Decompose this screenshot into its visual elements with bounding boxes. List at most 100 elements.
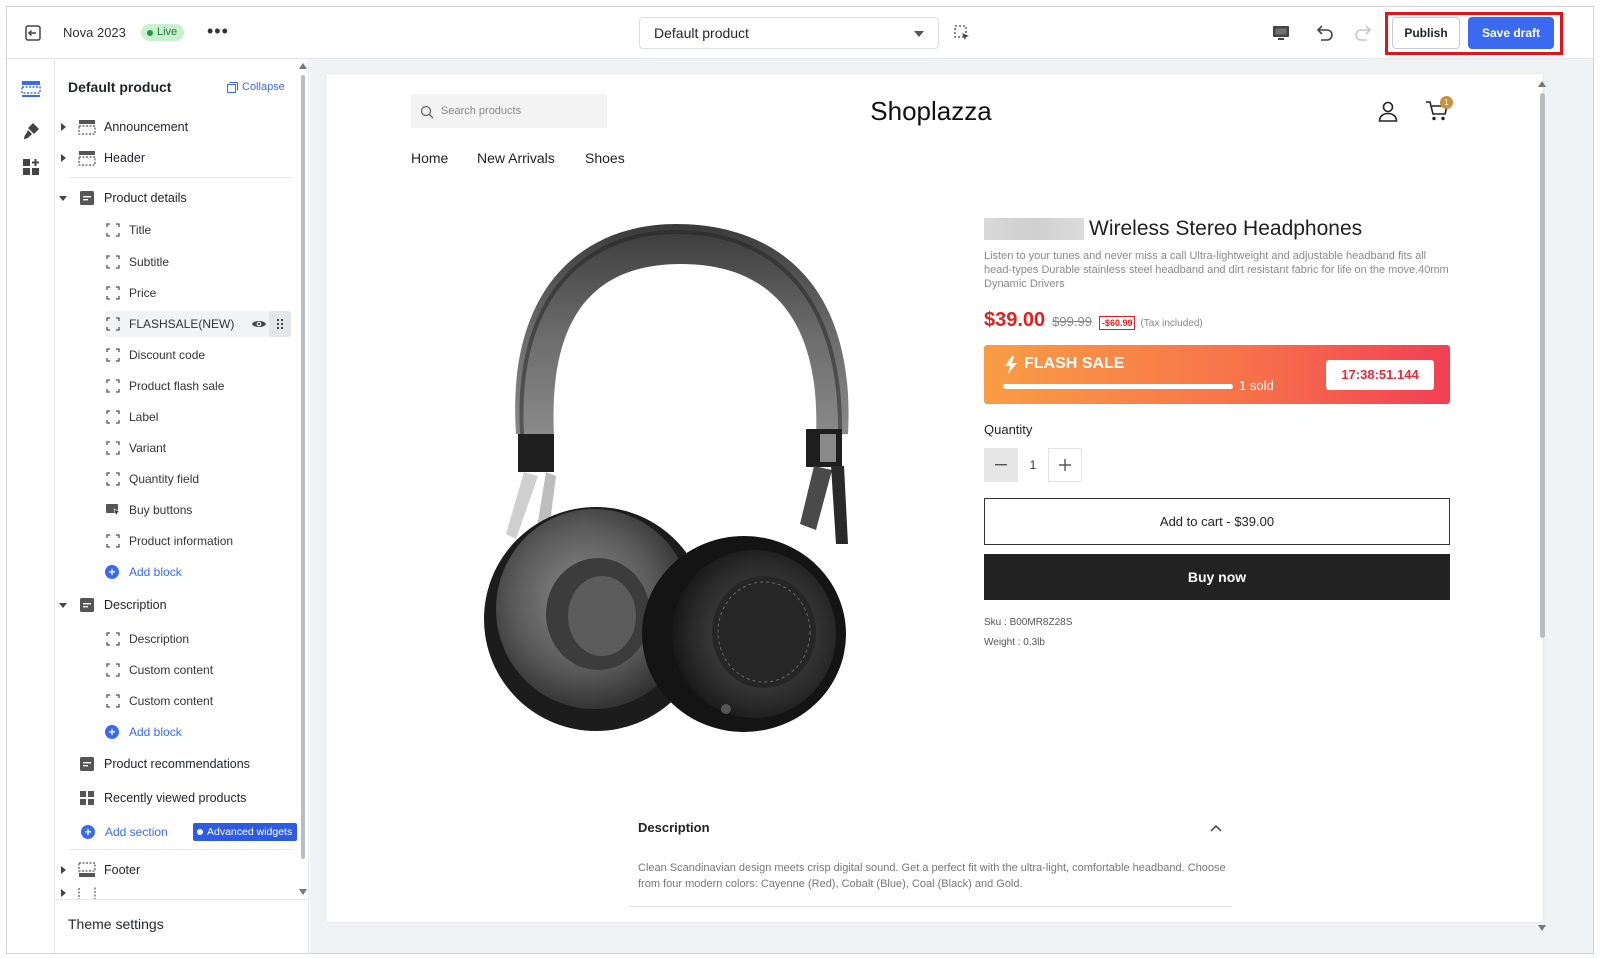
section-announcement[interactable]: Announcement xyxy=(55,114,295,140)
save-draft-button[interactable]: Save draft xyxy=(1468,17,1554,49)
section-template-icon xyxy=(77,755,97,773)
block-description[interactable]: Description xyxy=(105,626,291,652)
block-label: Buy buttons xyxy=(129,503,193,517)
blurred-subtitle xyxy=(984,218,1084,240)
section-recently-viewed[interactable]: Recently viewed products xyxy=(55,785,295,811)
section-label: Announcement xyxy=(104,120,189,134)
minus-icon xyxy=(995,464,1007,466)
add-to-cart-button[interactable]: Add to cart - $39.00 xyxy=(984,498,1450,545)
block-icon xyxy=(105,662,121,678)
template-select[interactable]: Default product xyxy=(639,17,939,49)
block-buy-buttons[interactable]: Buy buttons xyxy=(105,497,291,523)
drag-handle-icon[interactable] xyxy=(269,311,291,337)
icon-rail xyxy=(7,59,55,953)
nav-link-new-arrivals[interactable]: New Arrivals xyxy=(477,150,555,166)
add-section-label: Add section xyxy=(105,825,168,839)
block-label[interactable]: Label xyxy=(105,404,291,430)
block-subtitle[interactable]: Subtitle xyxy=(105,249,291,275)
description-heading[interactable]: Description xyxy=(638,820,710,835)
section-product-recommendations[interactable]: Product recommendations xyxy=(55,751,295,777)
block-variant[interactable]: Variant xyxy=(105,435,291,461)
exit-icon[interactable] xyxy=(23,23,43,43)
rail-theme-style[interactable] xyxy=(19,119,43,143)
divider xyxy=(69,177,293,178)
nav-link-shoes[interactable]: Shoes xyxy=(585,150,625,166)
chevron-up-icon[interactable] xyxy=(1210,824,1222,832)
section-label: Product details xyxy=(104,191,187,205)
product-image[interactable] xyxy=(476,204,876,734)
block-icon xyxy=(105,631,121,647)
block-icon xyxy=(105,254,121,270)
expand-arrow-icon xyxy=(55,123,71,131)
sidebar-scrollbar[interactable] xyxy=(298,63,308,903)
section-label: Footer xyxy=(104,863,141,877)
eye-icon[interactable] xyxy=(251,316,267,332)
section-header[interactable]: Header xyxy=(55,145,295,171)
block-product-information[interactable]: Product information xyxy=(105,528,291,554)
section-label: Description xyxy=(104,598,167,612)
block-label: Price xyxy=(129,286,157,300)
desktop-preview-icon[interactable] xyxy=(1271,23,1291,43)
theme-settings-label: Theme settings xyxy=(68,916,164,932)
block-icon xyxy=(105,378,121,394)
buy-buttons-icon xyxy=(105,502,121,518)
sections-sidebar: Default product Collapse Announcement He… xyxy=(55,59,309,953)
more-menu-button[interactable]: ••• xyxy=(207,21,229,41)
redo-icon[interactable] xyxy=(1353,22,1375,44)
block-label: Discount code xyxy=(129,348,206,362)
template-select-value: Default product xyxy=(654,25,749,41)
advanced-widgets-badge[interactable]: Advanced widgets xyxy=(193,823,298,841)
collapse-icon xyxy=(227,81,238,93)
product-weight: Weight : 0.3lb xyxy=(984,637,1045,648)
add-section-button[interactable]: + Add section xyxy=(81,819,168,845)
nav-link-home[interactable]: Home xyxy=(411,150,448,166)
description-text: Clean Scandinavian design meets crisp di… xyxy=(638,862,1226,890)
editor-window: Nova 2023 Live ••• Default product Publi… xyxy=(6,6,1594,954)
section-layout-icon xyxy=(77,861,97,879)
block-icon xyxy=(105,440,121,456)
block-custom-content[interactable]: Custom content xyxy=(105,657,291,683)
product-title: Wireless Stereo Headphones xyxy=(984,217,1362,241)
section-label: Recently viewed products xyxy=(104,791,247,805)
buy-now-button[interactable]: Buy now xyxy=(984,554,1450,600)
section-description[interactable]: Description xyxy=(55,592,295,618)
block-price[interactable]: Price xyxy=(105,280,291,306)
theme-style-icon xyxy=(24,123,39,139)
block-icon xyxy=(105,471,121,487)
quantity-increase-button[interactable] xyxy=(1048,448,1082,482)
store-logo[interactable]: Shoplazza xyxy=(726,96,1136,127)
undo-icon[interactable] xyxy=(1313,22,1335,44)
block-title[interactable]: Title xyxy=(105,217,291,243)
block-product-flash-sale[interactable]: Product flash sale xyxy=(105,373,291,399)
sections-icon xyxy=(21,81,41,97)
section-product-details[interactable]: Product details xyxy=(55,185,295,211)
search-input[interactable]: Search products xyxy=(411,94,607,128)
collapse-button[interactable]: Collapse xyxy=(227,81,285,93)
account-icon[interactable] xyxy=(1377,100,1399,122)
section-layout-icon xyxy=(77,149,97,167)
section-label: Header xyxy=(104,151,145,165)
theme-settings-button[interactable]: Theme settings xyxy=(55,899,308,953)
block-label: Variant xyxy=(129,441,167,455)
publish-button[interactable]: Publish xyxy=(1392,17,1460,49)
block-quantity-field[interactable]: Quantity field xyxy=(105,466,291,492)
quantity-value[interactable]: 1 xyxy=(1018,448,1048,482)
inspect-select-icon[interactable] xyxy=(953,24,971,42)
section-footer[interactable]: Footer xyxy=(55,857,295,883)
add-block-button[interactable]: + Add block xyxy=(105,719,182,745)
flash-sale-title: FLASH SALE xyxy=(1024,355,1125,372)
block-flashsale[interactable]: FLASHSALE(NEW) xyxy=(105,311,291,337)
status-label: Live xyxy=(157,26,178,38)
rail-sections[interactable] xyxy=(19,77,43,101)
section-layout-icon xyxy=(77,118,97,136)
flash-sale-banner: FLASH SALE 1 sold 17:38:51.144 xyxy=(984,345,1450,404)
quantity-decrease-button[interactable] xyxy=(984,448,1018,482)
preview-scrollbar[interactable] xyxy=(1536,79,1548,939)
sidebar-title: Default product xyxy=(68,79,172,95)
block-custom-content[interactable]: Custom content xyxy=(105,688,291,714)
rail-apps[interactable] xyxy=(19,155,43,179)
block-discount-code[interactable]: Discount code xyxy=(105,342,291,368)
section-label: Product recommendations xyxy=(104,757,250,771)
add-block-button[interactable]: + Add block xyxy=(105,559,182,585)
product-sku: Sku : B00MR8Z28S xyxy=(984,617,1073,628)
